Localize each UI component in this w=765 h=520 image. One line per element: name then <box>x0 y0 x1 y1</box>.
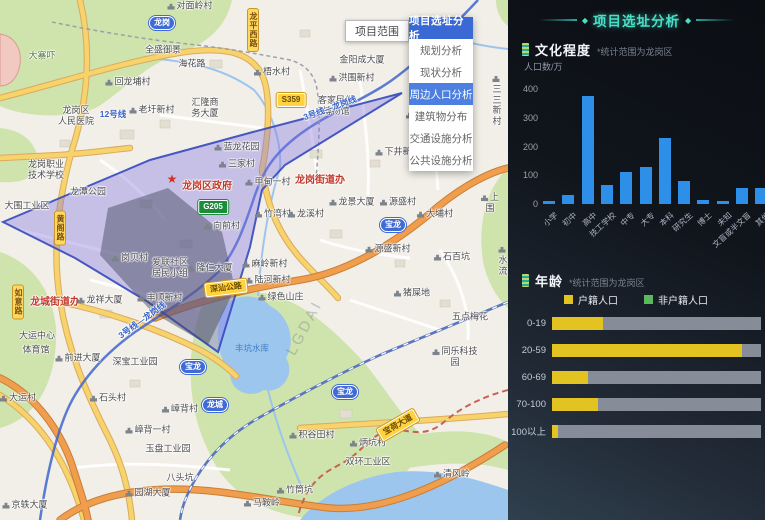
age-row-fill <box>552 371 588 384</box>
legend-label: 非户籍人口 <box>658 292 708 307</box>
dropdown-item-1[interactable]: 现状分析 <box>409 61 473 83</box>
legend-item: 户籍人口 <box>564 292 618 307</box>
x-axis-label: 其他 <box>753 210 765 229</box>
age-row-track <box>552 371 761 384</box>
analysis-dropdown: 项目选址分析 规划分析现状分析周边人口分析建筑物分布交通设施分析公共设施分析 <box>409 17 473 171</box>
x-axis-label: 研究生 <box>670 210 695 234</box>
bar-大专 <box>640 167 652 204</box>
age-row-label: 20-59 <box>508 345 552 356</box>
y-axis-tick: 300 <box>512 113 538 123</box>
bar-本科 <box>659 138 671 204</box>
age-chart-legend: 户籍人口 非户籍人口 <box>564 292 708 307</box>
x-axis-label: 博士 <box>696 210 715 229</box>
bar-小学 <box>543 201 555 204</box>
age-row-fill <box>552 344 742 357</box>
bar-技工学校 <box>601 185 613 204</box>
app-window: 对面岭村大寨吓全盛御景海花路杨梅岗村金阳成大厦洪围新村龙河工业区梧水村三三新村回… <box>0 0 765 520</box>
age-row-fill <box>552 425 558 438</box>
age-row-track <box>552 317 761 330</box>
age-row-track <box>552 425 761 438</box>
age-row-label: 0-19 <box>508 318 552 329</box>
bar-中专 <box>620 172 632 204</box>
age-row-track <box>552 344 761 357</box>
section-note: *统计范围为龙岗区 <box>569 276 645 289</box>
y-axis-tick: 0 <box>512 199 538 209</box>
age-row-0-19: 0-19 <box>508 316 765 330</box>
dropdown-item-3[interactable]: 建筑物分布 <box>409 105 473 127</box>
legend-swatch-icon <box>644 295 653 304</box>
bar-初中 <box>562 195 574 204</box>
dropdown-item-5[interactable]: 公共设施分析 <box>409 149 473 171</box>
age-row-100以上: 100以上 <box>508 424 765 438</box>
dropdown-item-4[interactable]: 交通设施分析 <box>409 127 473 149</box>
y-axis-tick: 200 <box>512 142 538 152</box>
age-row-label: 100以上 <box>508 424 552 438</box>
bar-未知 <box>717 201 729 204</box>
dropdown-header[interactable]: 项目选址分析 <box>409 17 473 39</box>
bar-研究生 <box>678 181 690 204</box>
age-row-fill <box>552 317 603 330</box>
legend-swatch-icon <box>564 295 573 304</box>
analysis-panel: ◆ 项目选址分析 ◆ 文化程度 *统计范围为龙岗区 人口数/万 01002003… <box>508 0 765 520</box>
section-title: 年龄 <box>535 271 563 290</box>
dropdown-item-2[interactable]: 周边人口分析 <box>409 83 473 105</box>
bar-博士 <box>697 200 709 204</box>
education-bar-chart: 0100200300400小学初中高中技工学校中专大专本科研究生博士未知文盲或半… <box>508 0 765 240</box>
age-row-fill <box>552 398 598 411</box>
y-axis-tick: 100 <box>512 170 538 180</box>
x-axis-label: 小学 <box>541 210 560 229</box>
x-axis-label: 中专 <box>618 210 637 229</box>
x-axis-label: 初中 <box>560 210 579 229</box>
section-age: 年龄 *统计范围为龙岗区 <box>522 271 645 290</box>
age-row-track <box>552 398 761 411</box>
age-row-70-100: 70-100 <box>508 397 765 411</box>
legend-item: 非户籍人口 <box>644 292 708 307</box>
section-marker-icon <box>522 274 529 287</box>
x-axis-label: 大专 <box>638 210 657 229</box>
age-row-label: 70-100 <box>508 399 552 410</box>
age-row-20-59: 20-59 <box>508 343 765 357</box>
bar-高中 <box>582 96 594 204</box>
age-row-60-69: 60-69 <box>508 370 765 384</box>
bar-其他 <box>755 188 765 204</box>
legend-label: 户籍人口 <box>578 292 618 307</box>
y-axis-tick: 400 <box>512 84 538 94</box>
age-row-label: 60-69 <box>508 372 552 383</box>
project-scope-button[interactable]: 项目范围 <box>345 20 409 42</box>
bar-文盲或半文盲 <box>736 188 748 204</box>
